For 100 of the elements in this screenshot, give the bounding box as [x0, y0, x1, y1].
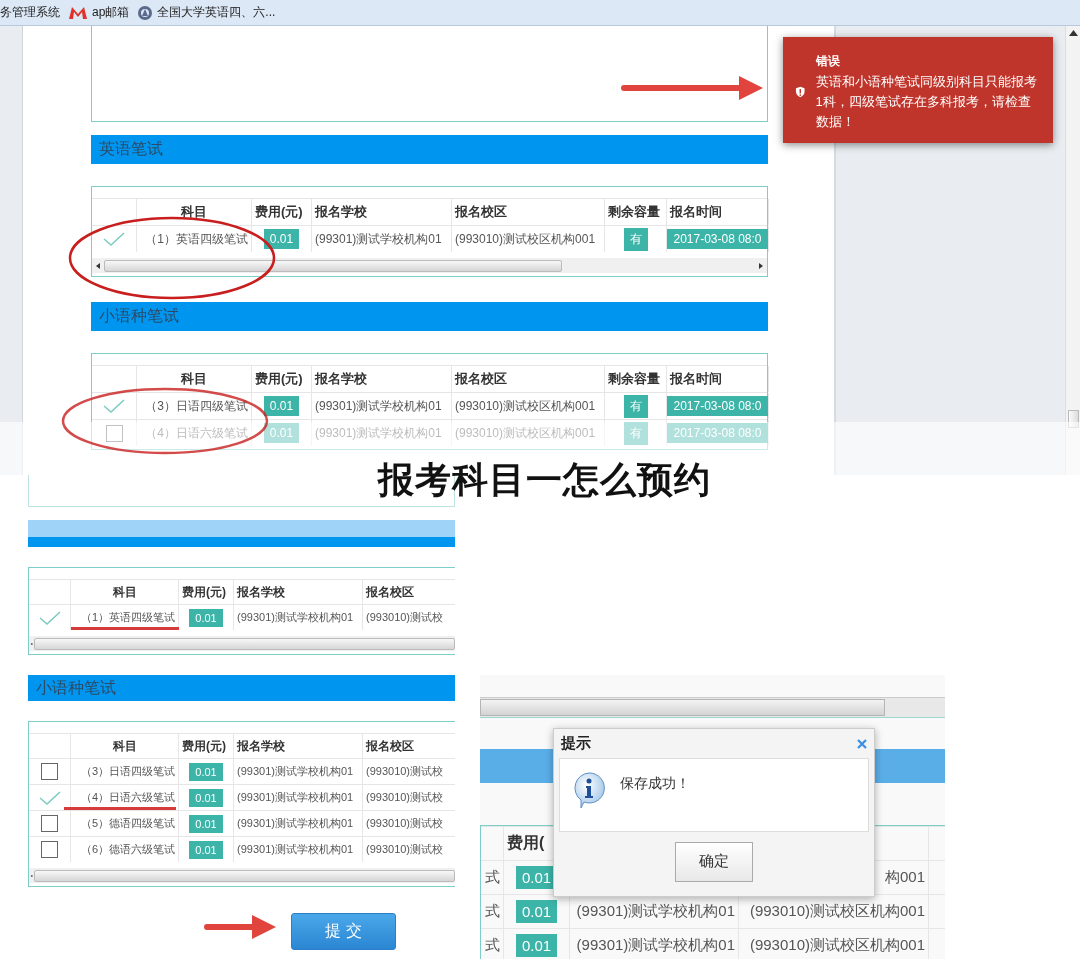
column-header: 报名时间	[670, 203, 722, 221]
checkbox[interactable]	[105, 424, 123, 442]
value-badge: 0.01	[263, 423, 300, 443]
column-header: 费用(元)	[182, 737, 226, 755]
annotation-arrow	[204, 915, 276, 939]
column-header: 报名学校	[237, 737, 285, 755]
emblem-icon	[137, 4, 154, 21]
value-badge: 2017-03-08 08:0	[667, 396, 768, 416]
column-header: 报名学校	[315, 370, 367, 388]
table-cell: (993010)测试校	[366, 610, 444, 625]
close-icon[interactable]	[857, 738, 867, 749]
table-cell: (993010)测试校区机构001	[455, 230, 596, 248]
confirm-button[interactable]: 确定	[675, 841, 753, 882]
checkbox[interactable]	[41, 763, 58, 780]
scrollbar-thumb[interactable]	[1067, 410, 1079, 428]
value-badge: 2017-03-08 08:0	[667, 423, 768, 443]
value-badge: 0.01	[189, 788, 223, 807]
value-badge: 0.01	[263, 229, 300, 249]
subject-name: （3）日语四级笔试	[145, 397, 248, 415]
column-header: 费用(元)	[255, 370, 303, 388]
column-header: 报名学校	[315, 203, 367, 221]
table-cell: (99301)测试学校机构01	[576, 902, 735, 921]
table-cell: (993010)测试校	[366, 764, 444, 779]
subject-name: 式	[485, 936, 500, 955]
checkbox[interactable]	[41, 815, 58, 832]
table-cell: (99301)测试学校机构01	[315, 230, 442, 248]
toast-title: 错误	[815, 52, 841, 70]
subject-name: （4）日语六级笔试	[80, 790, 175, 805]
table-cell: (99301)测试学校机构01	[576, 936, 735, 955]
table-cell: (99301)测试学校机构01	[237, 790, 354, 805]
value-badge: 0.01	[189, 814, 223, 833]
checkbox[interactable]	[41, 841, 58, 858]
subject-name: （3）日语四级笔试	[80, 764, 175, 779]
subject-name: （6）德语六级笔试	[80, 842, 175, 857]
checkmark-icon[interactable]	[38, 789, 61, 806]
column-header: 科目	[181, 370, 207, 388]
checkmark-icon[interactable]	[103, 398, 125, 414]
column-header: 报名校区	[366, 583, 414, 601]
column-header: 报名校区	[455, 203, 507, 221]
table-cell: (993010)测试校区机构001	[455, 397, 596, 415]
table-cell: (99301)测试学校机构01	[237, 764, 354, 779]
table-cell: (99301)测试学校机构01	[237, 610, 354, 625]
section-heading: 小语种笔试	[91, 302, 768, 331]
column-header: 费用(	[507, 833, 545, 853]
table-cell: (993010)测试校区机构001	[455, 424, 596, 442]
overlay-title: 报考科目一怎么预约	[378, 458, 711, 502]
value-badge: 有	[623, 421, 648, 445]
mail-logo-icon	[68, 5, 88, 20]
value-badge: 0.01	[189, 608, 223, 627]
table-cell: (99301)测试学校机构01	[237, 842, 354, 857]
column-header: 剩余容量	[608, 370, 660, 388]
column-header: 费用(元)	[255, 203, 303, 221]
vertical-scrollbar[interactable]	[1065, 26, 1080, 475]
table-cell: (993010)测试校	[366, 816, 444, 831]
column-header: 科目	[112, 583, 137, 601]
column-header: 剩余容量	[608, 203, 660, 221]
subject-name: 式	[485, 902, 500, 921]
bookmark-link[interactable]: 全国大学英语四、六...	[157, 4, 276, 21]
value-badge: 0.01	[189, 840, 223, 859]
table-cell: (993010)测试校区机构001	[749, 936, 925, 955]
bookmark-link[interactable]: ap邮箱	[92, 4, 130, 21]
column-header: 报名校区	[366, 737, 414, 755]
dialog-message: 保存成功！	[620, 775, 690, 793]
table-cell: (993010)测试校	[366, 790, 444, 805]
horizontal-scrollbar[interactable]	[92, 258, 767, 273]
checkmark-icon[interactable]	[103, 231, 125, 247]
checkmark-icon[interactable]	[38, 609, 61, 626]
subject-name: （1）英语四级笔试	[80, 610, 175, 625]
value-badge: 有	[623, 227, 648, 251]
toast-message: 英语和小语种笔试同级别科目只能报考1科，四级笔试存在多科报考，请检查数据！	[815, 72, 1038, 131]
column-header: 费用(元)	[182, 583, 226, 601]
bookmark-link[interactable]: 务管理系统	[0, 4, 60, 21]
column-header: 报名校区	[455, 370, 507, 388]
value-badge: 有	[623, 394, 648, 418]
subject-name: 式	[485, 868, 500, 887]
value-badge: 0.01	[263, 396, 300, 416]
column-header: 科目	[181, 203, 207, 221]
horizontal-scrollbar[interactable]	[480, 697, 945, 718]
value-badge: 0.01	[515, 934, 558, 957]
table-cell: (993010)测试校	[366, 842, 444, 857]
horizontal-scrollbar[interactable]	[29, 636, 455, 651]
table-cell: 构001	[884, 868, 925, 887]
subject-name: （1）英语四级笔试	[145, 230, 248, 248]
table-cell: (993010)测试校区机构001	[749, 902, 925, 921]
value-badge: 2017-03-08 08:0	[667, 229, 768, 249]
section-heading: 英语笔试	[91, 135, 768, 164]
subject-name: （5）德语四级笔试	[80, 816, 175, 831]
value-badge: 0.01	[189, 762, 223, 781]
column-header: 报名时间	[670, 370, 722, 388]
column-header: 报名学校	[237, 583, 285, 601]
subject-name: （4）日语六级笔试	[145, 424, 248, 442]
scroll-up-icon[interactable]	[1068, 30, 1078, 36]
column-header: 科目	[112, 737, 137, 755]
value-badge: 0.01	[515, 900, 558, 923]
horizontal-scrollbar[interactable]	[29, 868, 455, 883]
table-cell: (99301)测试学校机构01	[315, 397, 442, 415]
dialog-title: 提示	[561, 734, 591, 753]
table-cell: (99301)测试学校机构01	[237, 816, 354, 831]
table-cell: (99301)测试学校机构01	[315, 424, 442, 442]
section-heading: 小语种笔试	[28, 675, 455, 701]
